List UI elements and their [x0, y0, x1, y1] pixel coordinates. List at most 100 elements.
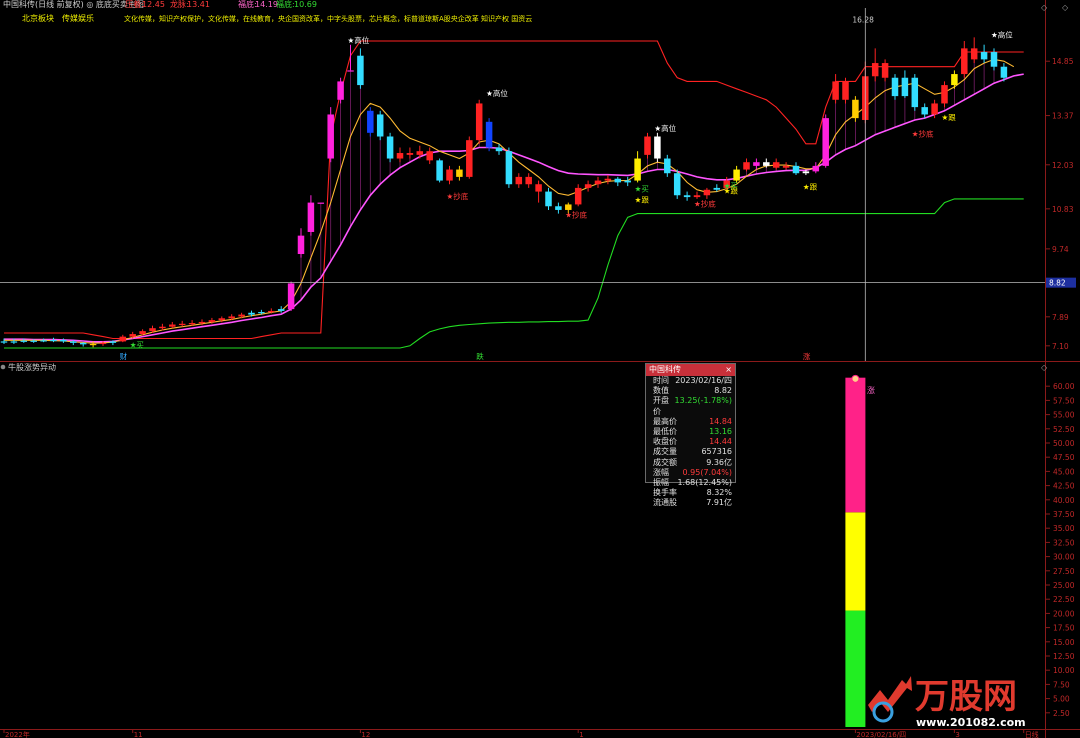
chart-annotation: ★跟	[803, 183, 818, 192]
sub-diamond-icon[interactable]: ◇	[1041, 363, 1048, 372]
block-beijing[interactable]: 北京板块	[22, 13, 54, 23]
chart-annotation: 16.28	[852, 16, 874, 25]
candle[interactable]	[485, 118, 493, 152]
candle[interactable]	[287, 281, 295, 311]
candle-body	[832, 81, 839, 100]
candle-body	[149, 328, 156, 332]
chart-annotation: ★高位	[654, 123, 676, 133]
sub-ytick-label: 10.00	[1053, 666, 1075, 675]
candle[interactable]	[505, 147, 513, 188]
sub-peak-dot-icon	[851, 374, 860, 383]
candle[interactable]	[367, 107, 374, 137]
watermark-brand: 万股网	[915, 677, 1017, 717]
support-value: 14.19	[255, 0, 278, 9]
stock-chart-canvas[interactable]: ★高位★高位★高位★高位★抄底★抄底★抄底★抄底★买★跟★买★跟 ★跟★跟★买16…	[0, 0, 1080, 738]
xtick-label: 11	[134, 731, 143, 738]
dragon-value: 13.41	[187, 0, 210, 9]
range-label: 福底:	[276, 0, 295, 9]
candle-body	[89, 343, 97, 346]
candle-body	[980, 52, 988, 60]
xtick-label: 2023/02/16/四	[856, 731, 906, 738]
tooltip-key: 最低价	[653, 427, 677, 437]
candle-body	[852, 99, 859, 119]
candle[interactable]	[911, 74, 919, 111]
candle[interactable]	[436, 158, 443, 183]
candle[interactable]	[475, 99, 483, 144]
candle-body	[495, 147, 503, 152]
chart-annotation: ★抄底	[447, 191, 469, 201]
candle-body	[198, 321, 206, 324]
candle[interactable]	[376, 110, 384, 141]
candle-body	[347, 70, 354, 72]
candle[interactable]	[317, 202, 325, 204]
candle-body	[297, 235, 305, 255]
tooltip-key: 成交额	[653, 457, 677, 467]
sub-ytick-label: 60.00	[1053, 382, 1075, 391]
candle-body	[961, 48, 968, 75]
candle-body	[604, 178, 612, 181]
close-icon[interactable]: ×	[725, 364, 732, 376]
candle[interactable]	[673, 169, 681, 199]
sub-ytick-label: 30.00	[1053, 553, 1075, 562]
sub-bar-segment[interactable]	[845, 512, 866, 611]
sub-ytick-label: 5.00	[1053, 695, 1070, 704]
quote-tooltip[interactable]: 中国科传 × 时间 2023/02/16/四 数值 8.82 开盘价 13.25(-1.7…	[645, 363, 736, 507]
xtick-label: 1	[579, 731, 583, 738]
watermark-url: www.201082.com	[916, 716, 1026, 729]
candle-body	[881, 63, 889, 78]
candle-body	[485, 121, 493, 148]
sub-ytick-label: 27.50	[1053, 567, 1075, 576]
tooltip-value: 13.25(-1.78%)	[674, 396, 732, 406]
sub-bar-segment[interactable]	[845, 610, 866, 727]
event-marker[interactable]: 涨	[803, 351, 811, 361]
diamond-icon-2[interactable]: ◇	[1062, 3, 1069, 12]
candle-body	[40, 340, 47, 342]
candle-body	[792, 165, 800, 174]
candle[interactable]	[644, 132, 651, 159]
candle-body	[664, 158, 671, 174]
candle-body	[208, 320, 216, 322]
candle-body	[169, 324, 176, 327]
candle[interactable]	[842, 77, 849, 104]
candle[interactable]	[327, 107, 334, 163]
tooltip-key: 数值	[653, 386, 669, 396]
event-marker[interactable]: 跌	[476, 351, 484, 361]
candle-body	[376, 114, 384, 137]
tooltip-value: 657316	[701, 447, 732, 457]
candle-body	[614, 178, 622, 183]
chart-annotation: ★高位	[991, 29, 1013, 39]
sub-ytick-label: 52.50	[1053, 425, 1075, 434]
diamond-icon[interactable]: ◇	[1041, 3, 1048, 12]
sub-ytick-label: 32.50	[1053, 538, 1075, 547]
candle-body	[901, 77, 909, 97]
candle[interactable]	[822, 114, 829, 168]
candle-body	[565, 204, 572, 210]
candle-body	[1000, 66, 1008, 78]
event-marker[interactable]: 财	[120, 351, 128, 361]
candle[interactable]	[852, 96, 859, 122]
candle-body	[931, 103, 938, 115]
main-ytick-label: 13.37	[1052, 112, 1074, 121]
candle-body	[129, 334, 136, 337]
block-media[interactable]: 传媒娱乐	[62, 13, 94, 23]
tooltip-key: 成交量	[653, 447, 677, 457]
tooltip-title: 中国科传	[649, 365, 681, 374]
candle-body	[584, 184, 592, 188]
candle-body	[921, 107, 928, 115]
candle-body	[0, 341, 8, 343]
chart-annotation: ★买	[635, 185, 650, 194]
sub-bar-segment[interactable]	[845, 377, 866, 513]
tooltip-key: 最高价	[653, 416, 677, 426]
candle-body	[941, 85, 948, 104]
candle[interactable]	[941, 81, 948, 108]
candle[interactable]	[466, 136, 473, 179]
candle[interactable]	[654, 132, 661, 163]
candle[interactable]	[891, 74, 899, 100]
chart-annotation: ★买	[130, 341, 145, 350]
candle-body	[466, 140, 473, 177]
sub-ytick-label: 40.00	[1053, 496, 1075, 505]
xtick-label: 日线	[1025, 730, 1039, 738]
candle[interactable]	[337, 77, 344, 104]
candle[interactable]	[386, 132, 394, 163]
xtick-label: 3	[955, 731, 959, 738]
